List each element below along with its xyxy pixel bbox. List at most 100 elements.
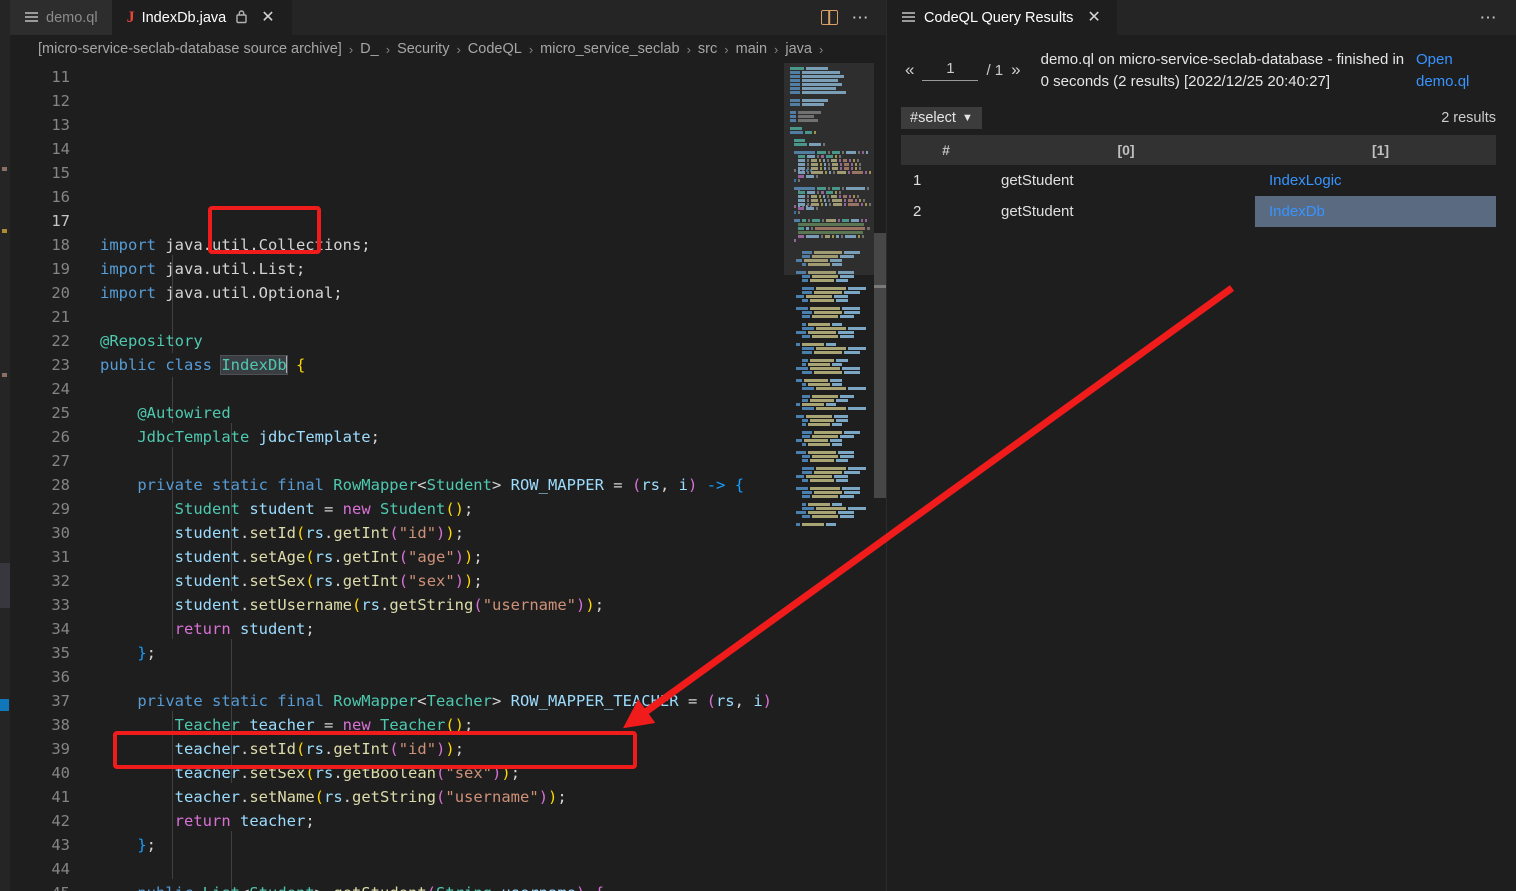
breadcrumb-item[interactable]: [micro-service-seclab-database source ar… [38, 41, 342, 57]
minimap-line [790, 427, 874, 430]
code-token: ( [351, 596, 362, 614]
code-token: < [417, 692, 427, 710]
code-line[interactable]: import java.util.List; [86, 257, 886, 281]
code-line[interactable]: private static final RowMapper<Teacher> … [86, 689, 886, 713]
code-token: > [491, 692, 511, 710]
cell-column-1[interactable]: IndexDb [1255, 196, 1496, 227]
breadcrumb-item[interactable]: Security [397, 41, 449, 57]
minimap-segment [814, 371, 842, 374]
code-line[interactable]: }; [86, 833, 886, 857]
column-header-num[interactable]: # [901, 135, 983, 165]
page-number-input[interactable] [922, 59, 979, 81]
editor-tab-actions: ⋯ [820, 0, 887, 35]
breadcrumb-item[interactable]: src [698, 41, 717, 57]
code-line[interactable]: student.setSex(rs.getInt("sex")); [86, 569, 886, 593]
code-line[interactable]: teacher.setId(rs.getInt("id")); [86, 737, 886, 761]
select-dropdown[interactable]: #select ▼ [901, 107, 982, 129]
code-line[interactable] [86, 665, 886, 689]
tab-indexdb-java[interactable]: J IndexDb.java ✕ [112, 0, 292, 35]
split-editor-icon[interactable] [820, 10, 838, 25]
table-row[interactable]: 1 getStudent IndexLogic [901, 165, 1496, 196]
scrollbar-thumb[interactable] [874, 233, 886, 498]
code-line[interactable]: public class IndexDb { [86, 353, 886, 377]
prev-page-icon[interactable]: « [905, 60, 914, 80]
more-actions-icon[interactable]: ⋯ [852, 9, 871, 26]
codeql-results-pane: CodeQL Query Results ✕ ⋯ « / 1 » demo.ql… [886, 0, 1516, 891]
tab-demo-ql[interactable]: demo.ql [10, 0, 113, 35]
editor-scrollbar[interactable] [874, 63, 886, 891]
code-token: ( [305, 572, 315, 590]
column-header-1[interactable]: [1] [1255, 135, 1496, 165]
close-icon[interactable]: ✕ [259, 10, 276, 26]
table-row[interactable]: 2 getStudent IndexDb [901, 196, 1496, 227]
code-token: rs [314, 764, 334, 782]
code-line[interactable]: teacher.setName(rs.getString("username")… [86, 785, 886, 809]
code-editor[interactable]: 11 12 13 14 15 16 17 18 19 20 21 22 23 24 25 26 27 28 29 30… [10, 63, 886, 891]
code-line[interactable]: import java.util.Optional; [86, 281, 886, 305]
code-line[interactable] [86, 305, 886, 329]
code-token: . [239, 524, 250, 542]
cell-row-number: 1 [913, 172, 922, 189]
code-line[interactable]: student.setId(rs.getInt("id")); [86, 521, 886, 545]
minimap-segment [814, 471, 842, 474]
code-line[interactable]: private static final RowMapper<Student> … [86, 473, 886, 497]
breadcrumb-item[interactable]: CodeQL [468, 41, 522, 57]
code-line[interactable]: Student student = new Student(); [86, 497, 886, 521]
minimap[interactable] [784, 63, 874, 891]
result-link[interactable]: IndexLogic [1269, 172, 1342, 189]
code-line[interactable] [86, 377, 886, 401]
open-query-link[interactable]: Open demo.ql [1416, 49, 1500, 93]
minimap-segment [796, 343, 800, 346]
code-line[interactable]: return teacher; [86, 809, 886, 833]
code-token: rs [314, 548, 334, 566]
next-page-icon[interactable]: » [1011, 60, 1020, 80]
code-line[interactable] [86, 857, 886, 881]
code-line[interactable]: @Autowired [86, 401, 886, 425]
code-line[interactable]: student.setAge(rs.getInt("age")); [86, 545, 886, 569]
tab-codeql-query-results[interactable]: CodeQL Query Results ✕ [887, 0, 1117, 35]
minimap-slider[interactable] [784, 63, 874, 275]
result-link[interactable]: IndexDb [1269, 203, 1325, 220]
overview-ruler-mark [874, 285, 886, 288]
column-header-0[interactable]: [0] [983, 135, 1255, 165]
code-line[interactable] [86, 449, 886, 473]
code-line[interactable]: }; [86, 641, 886, 665]
code-line[interactable] [86, 209, 886, 233]
code-token: RowMapper [333, 692, 418, 710]
code-token: setAge [249, 548, 306, 566]
code-token: setName [249, 788, 315, 806]
minimap-segment [832, 423, 842, 426]
line-number: 30 [51, 524, 70, 542]
minimap-segment [808, 443, 830, 446]
code-token: ( [389, 524, 399, 542]
code-line[interactable]: Teacher teacher = new Teacher(); [86, 713, 886, 737]
minimap-segment [802, 431, 812, 434]
code-line[interactable]: @Repository [86, 329, 886, 353]
more-actions-icon[interactable]: ⋯ [1480, 9, 1499, 26]
breadcrumb-item[interactable]: java [785, 41, 812, 57]
code-token: JdbcTemplate [137, 428, 250, 446]
breadcrumb-item[interactable]: main [736, 41, 767, 57]
close-icon[interactable]: ✕ [1085, 9, 1102, 26]
code-token: ) [492, 764, 502, 782]
minimap-line [790, 299, 874, 302]
code-line[interactable]: student.setUsername(rs.getString("userna… [86, 593, 886, 617]
code-content[interactable]: import java.util.Collections; import java… [86, 63, 886, 891]
minimap-segment [810, 367, 840, 370]
code-line[interactable]: teacher.setSex(rs.getBoolean("sex")); [86, 761, 886, 785]
code-line[interactable]: import java.util.Collections; [86, 233, 886, 257]
minimap-segment [840, 275, 854, 278]
code-line[interactable]: return student; [86, 617, 886, 641]
minimap-line [790, 431, 874, 434]
code-token: ; [305, 812, 315, 830]
code-token: teacher [174, 764, 240, 782]
breadcrumb-item[interactable]: D_ [360, 41, 379, 57]
code-line[interactable]: public List<Student> getStudent(String u… [86, 881, 886, 891]
breadcrumb-item[interactable]: micro_service_seclab [540, 41, 679, 57]
cell-column-1[interactable]: IndexLogic [1255, 165, 1496, 196]
cell-column-0[interactable]: getStudent [983, 165, 1255, 196]
cell-column-0[interactable]: getStudent [983, 196, 1255, 227]
breadcrumb-separator: › [774, 41, 779, 57]
code-line[interactable]: JdbcTemplate jdbcTemplate; [86, 425, 886, 449]
